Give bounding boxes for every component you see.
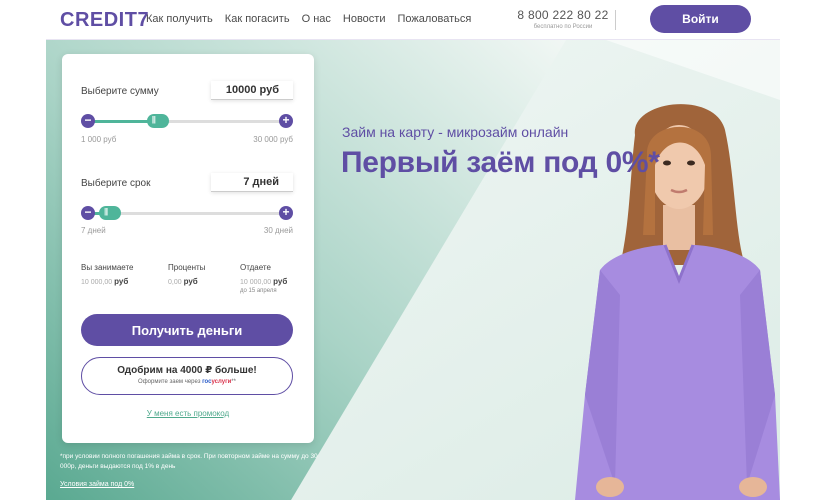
footnote: *при условии полного погашения займа в с…: [60, 453, 318, 470]
summary-interest-value: 0,00 руб: [168, 277, 198, 286]
term-minus-icon[interactable]: −: [81, 206, 95, 220]
promo-code-link[interactable]: У меня есть промокод: [62, 409, 314, 418]
loan-calculator: Выберите сумму 10000 руб − + 1 000 руб 3…: [62, 54, 314, 443]
summary-return-date: до 15 апреля: [240, 288, 277, 294]
hero-title: Первый заём под 0%*: [341, 146, 660, 179]
phone-block[interactable]: 8 800 222 80 22 бесплатно по России: [513, 8, 613, 30]
nav-about[interactable]: О нас: [302, 13, 331, 25]
main-nav: Как получить Как погасить О нас Новости …: [146, 13, 471, 25]
amount-min-label: 1 000 руб: [81, 135, 117, 144]
phone-number[interactable]: 8 800 222 80 22: [513, 8, 613, 22]
nav-complaint[interactable]: Пожаловаться: [397, 13, 471, 25]
term-slider-thumb[interactable]: [99, 206, 121, 220]
amount-slider[interactable]: − +: [81, 112, 293, 130]
term-min-label: 7 дней: [81, 226, 106, 235]
page: CREDIT7 Как получить Как погасить О нас …: [0, 0, 825, 500]
gosuslugi-button-title: Одобрим на 4000 ₽ больше!: [117, 365, 257, 376]
amount-label: Выберите сумму: [81, 86, 159, 97]
login-button[interactable]: Войти: [650, 5, 751, 33]
summary-interest: Проценты 0,00 руб: [168, 263, 205, 286]
summary-return: Отдаете 10 000,00 руб до 15 апреля: [240, 263, 287, 294]
summary-return-head: Отдаете: [240, 263, 271, 272]
header: CREDIT7 Как получить Как погасить О нас …: [46, 0, 780, 40]
header-divider: [615, 10, 616, 30]
amount-max-label: 30 000 руб: [253, 135, 293, 144]
gosuslugi-button-note: Оформите заем через госуслуги**: [138, 379, 236, 385]
amount-minus-icon[interactable]: −: [81, 114, 95, 128]
term-label: Выберите срок: [81, 178, 151, 189]
hero-subtitle: Займ на карту - микрозайм онлайн: [342, 124, 569, 140]
amount-slider-thumb[interactable]: [146, 114, 169, 128]
summary-borrow-head: Вы занимаете: [81, 263, 134, 272]
term-input[interactable]: 7 дней: [211, 173, 293, 192]
logo[interactable]: CREDIT7: [60, 9, 149, 32]
summary-return-value: 10 000,00 руб: [240, 277, 288, 286]
term-plus-icon[interactable]: +: [279, 206, 293, 220]
phone-note: бесплатно по России: [533, 24, 593, 30]
amount-input[interactable]: 10000 руб: [211, 81, 293, 100]
gosuslugi-button[interactable]: Одобрим на 4000 ₽ больше! Оформите заем …: [81, 357, 293, 395]
summary-interest-head: Проценты: [168, 263, 206, 272]
nav-how-to-get[interactable]: Как получить: [146, 13, 213, 25]
summary-borrow: Вы занимаете 10 000,00 руб: [81, 263, 133, 286]
term-max-label: 30 дней: [263, 226, 293, 235]
nav-how-to-repay[interactable]: Как погасить: [225, 13, 290, 25]
zero-percent-terms-link[interactable]: Условия займа под 0%: [60, 481, 134, 488]
get-money-button[interactable]: Получить деньги: [81, 314, 293, 346]
term-slider[interactable]: − +: [81, 204, 293, 222]
amount-plus-icon[interactable]: +: [279, 114, 293, 128]
nav-news[interactable]: Новости: [343, 13, 386, 25]
summary-borrow-value: 10 000,00 руб: [81, 277, 129, 286]
